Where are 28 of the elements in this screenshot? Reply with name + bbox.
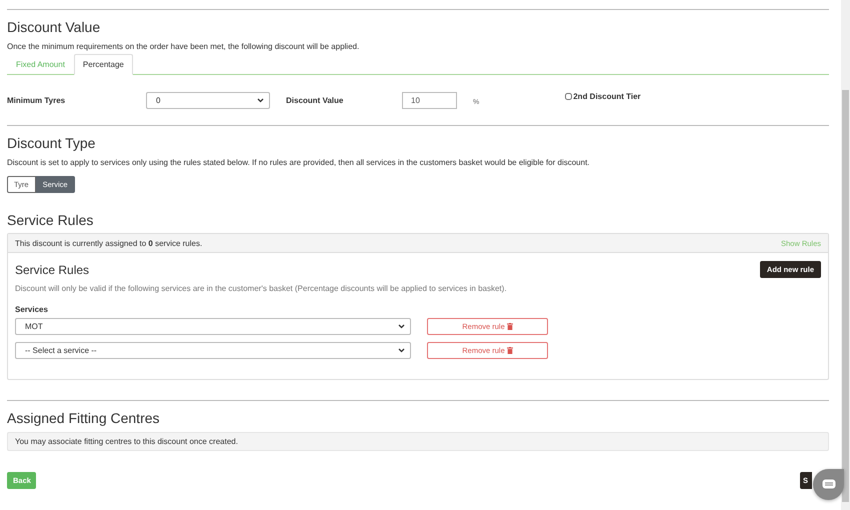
service-select[interactable]: -- Select a service -- xyxy=(15,342,411,359)
checkbox-label: 2nd Discount Tier xyxy=(573,92,641,100)
section-description: Discount is set to apply to services only using the rules stated below. If no rules are provided, then all services in the customers basket would be eligible for discount. xyxy=(7,158,591,168)
section-heading: Discount Value xyxy=(7,19,102,36)
field-label: Minimum Tyres xyxy=(7,96,66,104)
section-description: Once the minimum requirements on the order have been met, the following discount will be applied. xyxy=(7,42,360,52)
field-label: Services xyxy=(15,305,49,314)
panel-title: Service Rules xyxy=(15,262,90,276)
rules-description: Discount will only be valid if the following services are in the customer's basket (Percentage discounts will be applied to services in basket). xyxy=(15,284,508,294)
section-heading: Discount Type xyxy=(7,135,96,152)
tab[interactable]: Percentage xyxy=(74,54,133,75)
chat-icon xyxy=(822,479,836,490)
discount-value-field[interactable]: 10 xyxy=(402,92,457,108)
chevron-icon xyxy=(398,324,405,329)
chevron-icon xyxy=(257,98,264,102)
checkbox[interactable] xyxy=(565,92,572,100)
minimum-tyres-select[interactable]: 0 xyxy=(146,92,270,108)
chat-button[interactable] xyxy=(813,469,844,500)
trash-icon xyxy=(506,347,513,354)
service-select[interactable]: MOT xyxy=(15,318,411,335)
field-label: Discount Value xyxy=(286,96,344,104)
section-heading: Assigned Fitting Centres xyxy=(7,410,161,427)
rules-summary: This discount is currently assigned to 0 service rules. xyxy=(15,238,202,248)
chevron-icon xyxy=(398,348,405,353)
section-heading: Service Rules xyxy=(7,212,94,229)
trash-icon xyxy=(506,323,513,330)
scrollbar[interactable] xyxy=(841,0,850,510)
info-message: You may associate fitting centres to this discount once created. xyxy=(7,432,829,451)
